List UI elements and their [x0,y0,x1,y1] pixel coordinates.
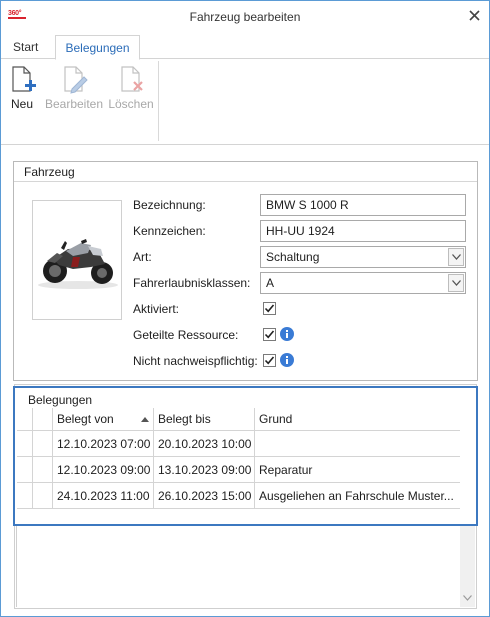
new-button-label: Neu [10,97,33,111]
geteilte-ressource-label: Geteilte Ressource: [133,328,239,342]
cell-grund: Reparatur [259,463,313,477]
fahrerlaubnisklassen-value: A [266,276,275,290]
bookings-group-title: Belegungen [28,393,93,407]
kennzeichen-label: Kennzeichen: [133,224,206,238]
edit-button[interactable]: Bearbeiten [43,64,105,116]
chevron-down-icon [451,254,461,260]
table-row[interactable]: 12.10.2023 07:00 20.10.2023 10:00 [17,431,460,457]
motorcycle-image [33,201,121,319]
bookings-table: Belegt von Belegt bis Grund 12.10.2023 0… [17,408,460,509]
fahrerlaubnisklassen-combobox[interactable]: A [260,272,466,294]
edit-button-label: Bearbeiten [44,97,104,111]
tab-belegungen[interactable]: Belegungen [55,35,140,60]
art-label: Art: [133,250,152,264]
nicht-nachweispflichtig-label: Nicht nachweispflichtig: [133,354,258,368]
kennzeichen-field[interactable]: HH-UU 1924 [260,220,466,242]
close-button[interactable] [463,4,485,26]
delete-document-icon [121,66,143,92]
aktiviert-label: Aktiviert: [133,302,180,316]
table-row[interactable]: 24.10.2023 11:00 26.10.2023 15:00 Ausgel… [17,483,460,509]
edit-vehicle-window: 360° Fahrzeug bearbeiten Start Belegunge… [0,0,490,617]
delete-button[interactable]: Löschen [107,64,155,116]
table-row[interactable]: 12.10.2023 09:00 13.10.2023 09:00 Repara… [17,457,460,483]
cell-grund [255,431,460,457]
tab-strip: Start Belegungen [1,35,489,60]
edit-document-icon [64,66,88,94]
checkmark-icon [264,330,275,339]
title-bar: 360° Fahrzeug bearbeiten [1,1,489,33]
info-icon[interactable] [280,353,294,367]
aktiviert-checkbox[interactable] [263,302,276,315]
fahrerlaubnisklassen-dropdown-button[interactable] [448,274,464,292]
cell-belegt-bis: 26.10.2023 15:00 [154,483,255,509]
bezeichnung-label: Bezeichnung: [133,198,206,212]
sort-ascending-icon [141,417,149,422]
art-value: Schaltung [266,250,320,264]
cell-belegt-bis: 20.10.2023 10:00 [154,431,255,457]
bookings-group: Belegungen Belegt von Belegt bis Grund 1… [13,386,478,526]
cell-belegt-von: 12.10.2023 09:00 [53,457,154,483]
info-icon[interactable] [280,327,294,341]
cell-belegt-von: 12.10.2023 07:00 [53,431,154,457]
bookings-table-header: Belegt von Belegt bis Grund [17,408,460,431]
scroll-down-icon[interactable] [463,595,472,601]
bezeichnung-field[interactable]: BMW S 1000 R [260,194,466,216]
nicht-nachweispflichtig-checkbox[interactable] [263,354,276,367]
window-title: Fahrzeug bearbeiten [189,10,301,24]
fahrerlaubnisklassen-label: Fahrerlaubnisklassen: [133,276,251,290]
bookings-empty-area [16,526,475,607]
art-combobox[interactable]: Schaltung [260,246,466,268]
delete-button-label: Löschen [108,97,154,111]
tab-start[interactable]: Start [5,35,46,59]
vehicle-group-title: Fahrzeug [14,162,477,182]
column-header-belegt-von[interactable]: Belegt von [53,408,154,431]
geteilte-ressource-checkbox[interactable] [263,328,276,341]
cell-belegt-bis: 13.10.2023 09:00 [154,457,255,483]
cell-grund: Ausgeliehen an Fahrschule Muster... [259,489,454,503]
vehicle-group: Fahrzeug Bezeichnung: BMW S 1000 R Kennz… [13,161,478,381]
column-header-grund[interactable]: Grund [255,408,460,431]
checkmark-icon [264,356,275,365]
chevron-down-icon [451,280,461,286]
new-document-icon [12,66,36,92]
close-icon [468,9,480,21]
cell-belegt-von: 24.10.2023 11:00 [53,483,154,509]
column-header-belegt-bis[interactable]: Belegt bis [154,408,255,431]
ribbon: Neu Bearbeiten Löschen [1,59,489,145]
ribbon-separator [158,61,159,141]
vehicle-photo [32,200,122,320]
checkmark-icon [264,304,275,313]
art-dropdown-button[interactable] [448,248,464,266]
new-button[interactable]: Neu [5,64,39,116]
